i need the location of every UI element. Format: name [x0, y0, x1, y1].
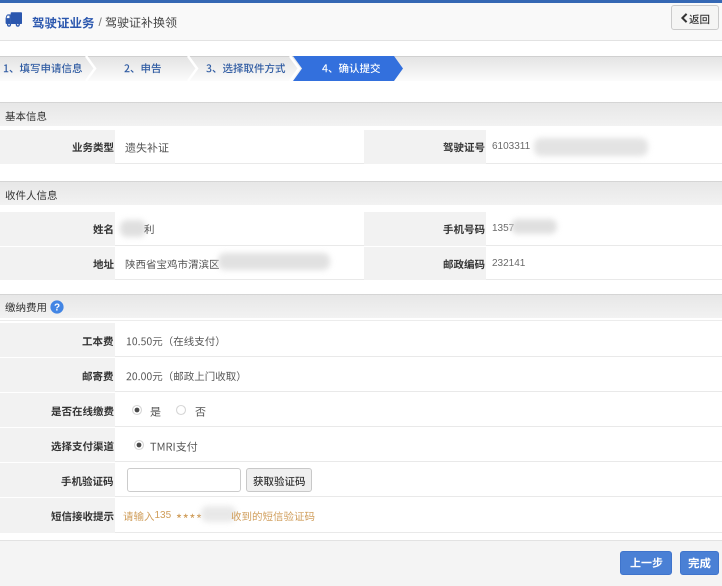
- svg-text:?: ?: [54, 303, 60, 314]
